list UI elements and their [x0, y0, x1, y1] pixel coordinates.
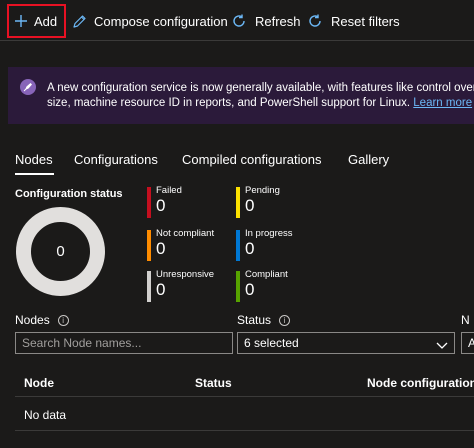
info-banner: A new configuration service is now gener… — [8, 67, 474, 124]
add-button[interactable]: Add — [7, 4, 66, 38]
add-label: Add — [34, 13, 58, 29]
nodes-filter-label-text: Nodes — [15, 313, 50, 327]
banner-message: A new configuration service is now gener… — [47, 81, 474, 111]
stat-failed-value: 0 — [156, 196, 166, 215]
compose-label: Compose configuration — [94, 13, 228, 29]
stat-in-progress-bar — [236, 230, 240, 261]
banner-line-2: size, machine resource ID in reports, an… — [47, 96, 474, 111]
info-icon[interactable]: i — [57, 314, 69, 326]
column-header-status[interactable]: Status — [195, 376, 232, 390]
stat-unresponsive-value: 0 — [156, 280, 166, 299]
reset-icon — [307, 13, 323, 29]
status-dropdown[interactable]: 6 selected — [237, 332, 455, 354]
tab-nodes[interactable]: Nodes — [15, 152, 53, 167]
column-header-node[interactable]: Node — [24, 376, 54, 390]
stat-unresponsive-bar — [147, 271, 151, 302]
compose-configuration-button[interactable]: Compose configuration — [72, 4, 228, 38]
stat-unresponsive-label: Unresponsive — [156, 269, 215, 280]
stat-in-progress-label: In progress — [245, 228, 293, 239]
table-row-divider — [15, 430, 474, 431]
status-filter-label: Status i — [237, 313, 291, 327]
stat-compliant-value: 0 — [245, 280, 255, 299]
stat-failed-label: Failed — [156, 185, 182, 196]
donut-total: 0 — [56, 243, 65, 260]
tab-selected-indicator — [15, 173, 54, 175]
reset-filters-button[interactable]: Reset filters — [307, 4, 400, 38]
nodes-filter-label: Nodes i — [15, 313, 69, 327]
stat-not-compliant-label: Not compliant — [156, 228, 215, 239]
third-filter-dropdown[interactable]: A — [461, 332, 474, 354]
status-filter-label-text: Status — [237, 313, 272, 327]
banner-line-2-text: size, machine resource ID in reports, an… — [47, 97, 411, 109]
tab-gallery[interactable]: Gallery — [348, 152, 389, 167]
stat-in-progress-value: 0 — [245, 239, 255, 258]
command-bar: Add Compose configuration Refresh Reset … — [0, 0, 474, 40]
stat-pending-bar — [236, 187, 240, 218]
stat-compliant-label: Compliant — [245, 269, 288, 280]
tab-compiled-configurations[interactable]: Compiled configurations — [182, 152, 321, 167]
third-filter-label: N — [461, 313, 470, 327]
stat-not-compliant-value: 0 — [156, 239, 166, 258]
learn-more-link[interactable]: Learn more — [413, 97, 472, 109]
banner-line-1: A new configuration service is now gener… — [47, 82, 474, 94]
refresh-icon — [231, 13, 247, 29]
third-filter-value: A — [468, 336, 474, 350]
refresh-label: Refresh — [255, 13, 301, 29]
rocket-icon — [20, 79, 36, 95]
search-node-names-input[interactable] — [15, 332, 233, 354]
empty-table-message: No data — [24, 408, 67, 422]
refresh-button[interactable]: Refresh — [231, 4, 301, 38]
third-filter-label-text: N — [461, 313, 470, 327]
pencil-icon — [72, 14, 87, 29]
stat-pending-value: 0 — [245, 196, 255, 215]
info-icon[interactable]: i — [279, 314, 291, 326]
column-header-node-configuration[interactable]: Node configuration — [367, 376, 474, 390]
configuration-status-title: Configuration status — [15, 188, 123, 200]
table-header-divider — [15, 396, 474, 397]
tab-configurations[interactable]: Configurations — [74, 152, 158, 167]
stat-pending-label: Pending — [245, 185, 280, 196]
stat-not-compliant-bar — [147, 230, 151, 261]
chevron-down-icon — [436, 339, 448, 353]
status-dropdown-value: 6 selected — [244, 336, 299, 350]
toolbar-divider — [0, 40, 474, 41]
reset-label: Reset filters — [331, 13, 400, 29]
stat-failed-bar — [147, 187, 151, 218]
plus-icon — [14, 14, 28, 28]
stat-compliant-bar — [236, 271, 240, 302]
